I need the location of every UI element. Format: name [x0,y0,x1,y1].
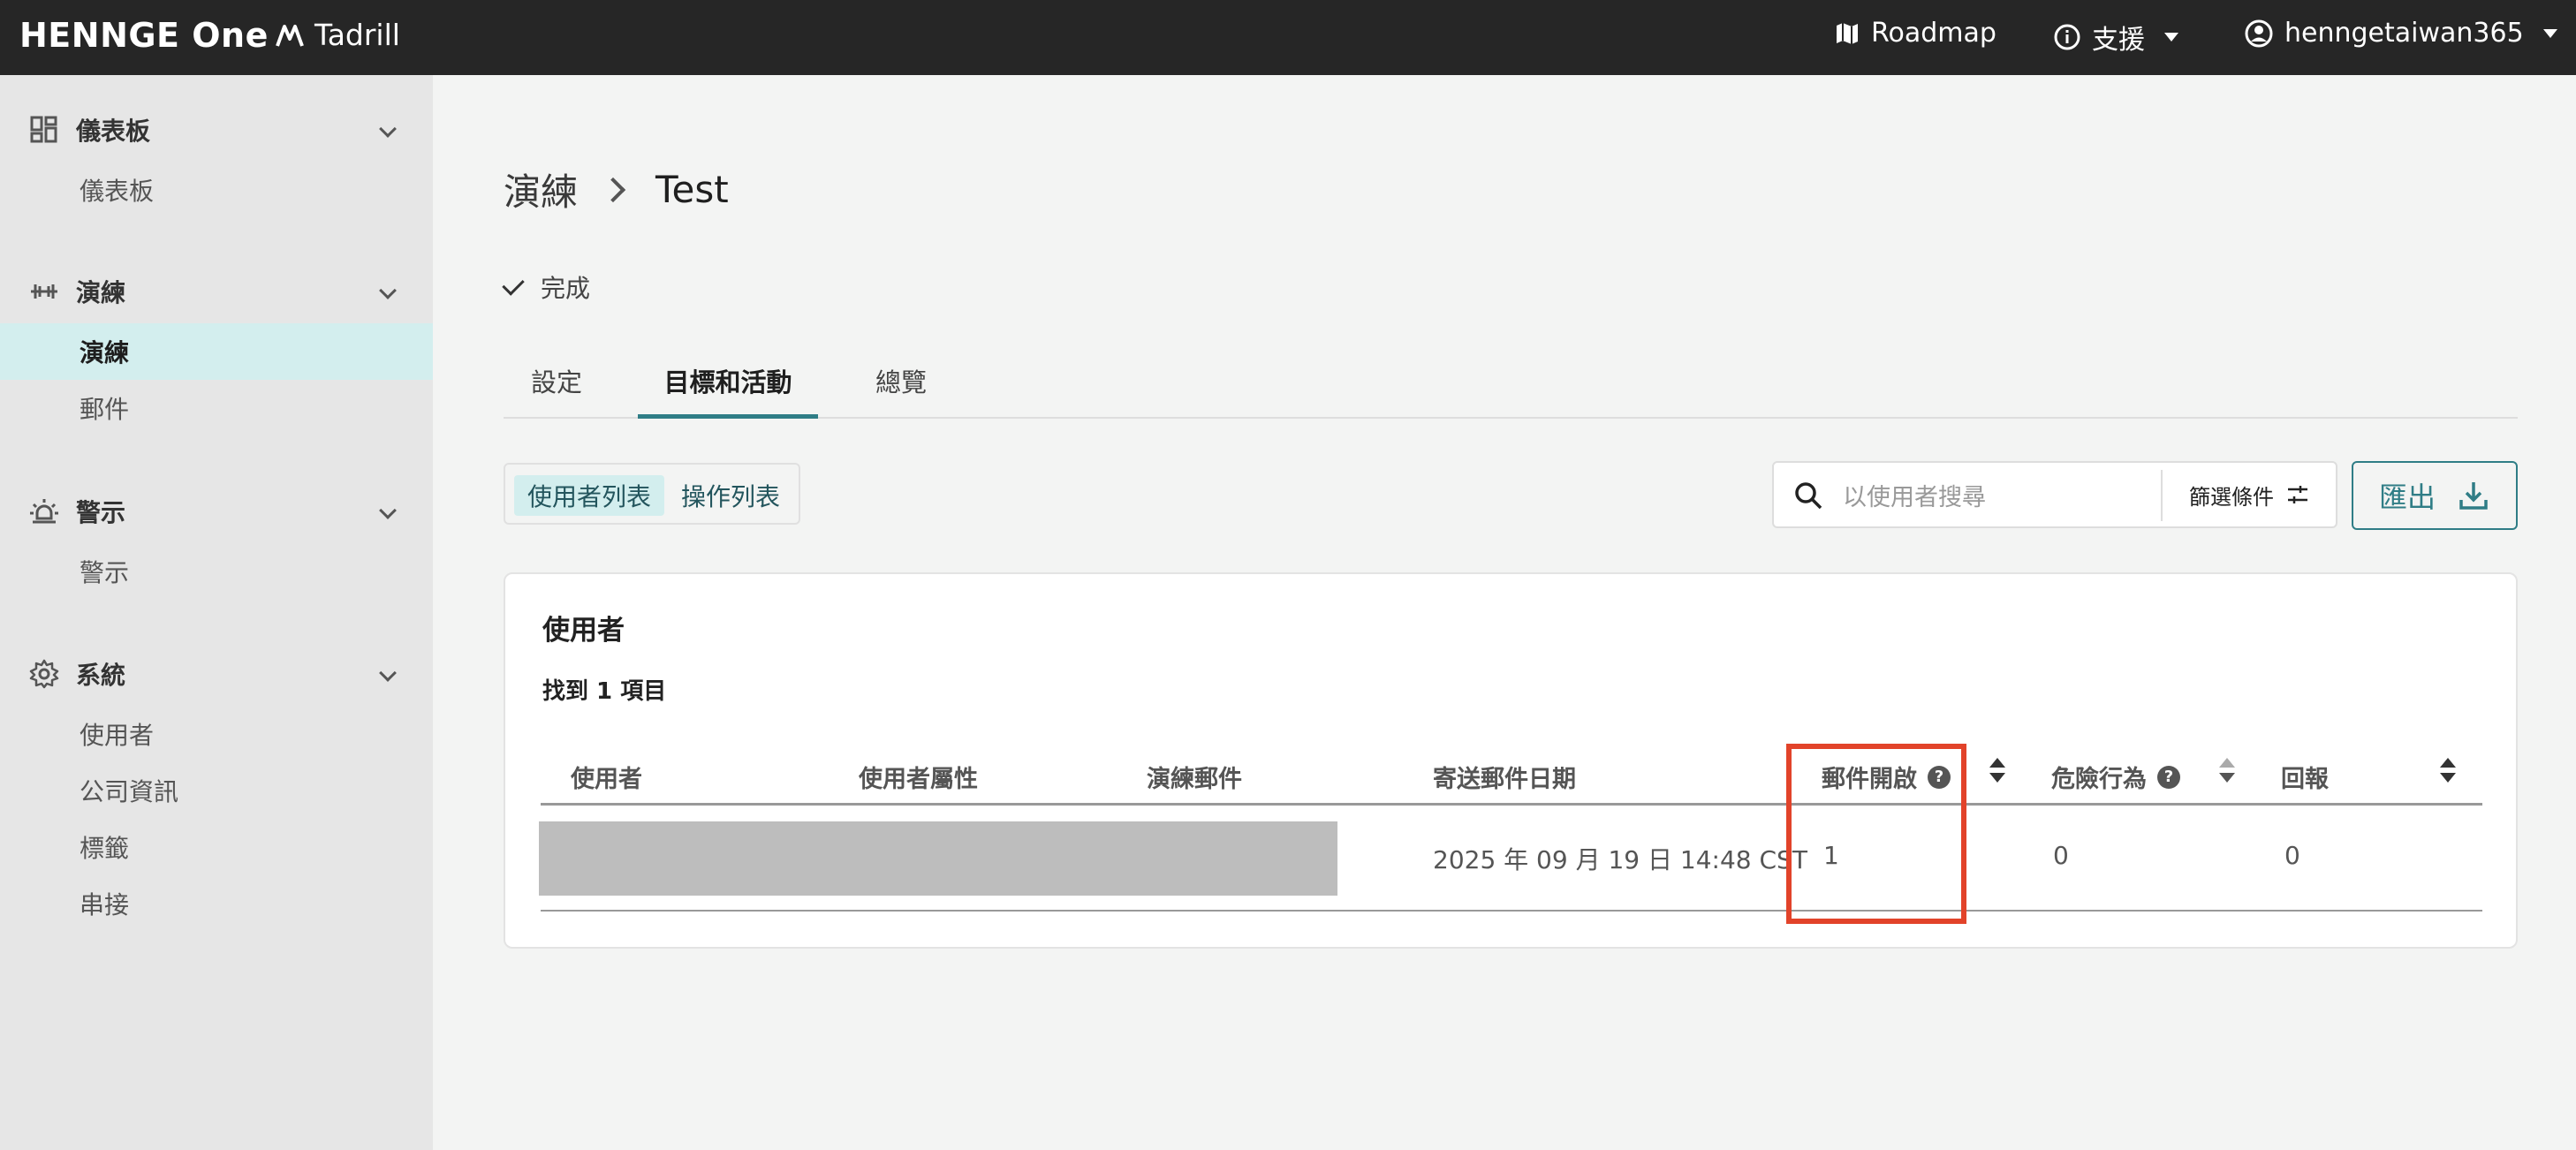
export-label: 匯出 [2378,480,2436,514]
tab-overview[interactable]: 總覽 [848,362,954,419]
section-label: 警示 [76,498,126,527]
divider [2161,470,2163,521]
chevron-down-icon [2164,33,2178,42]
sidebar-item-dashboard[interactable]: 儀表板 [0,162,433,218]
sort-icon[interactable] [2219,758,2235,784]
gear-icon [29,659,59,689]
alert-siren-icon [30,499,58,524]
filter-label: 篩選條件 [2189,484,2274,510]
table-row[interactable]: 2025 年 09 月 19 日 14:48 CST 1 0 0 [539,806,2482,912]
brand-name: HENNGE One [19,16,269,55]
status-label: 完成 [541,274,591,303]
search-input[interactable]: 以使用者搜尋 [1843,478,1986,512]
search-bar: 以使用者搜尋 篩選條件 [1772,461,2337,528]
status-indicator: 完成 [502,269,591,305]
download-icon [2459,482,2488,510]
table-header: 使用者 使用者屬性 演練郵件 寄送郵件日期 郵件開啟? 危險行為? 回報 [541,744,2482,806]
sort-icon[interactable] [1989,758,2005,784]
reported-cell: 0 [2284,841,2300,870]
user-avatar-icon [2245,19,2273,47]
col-label: 演練郵件 [1147,766,1242,793]
chevron-down-icon [379,502,397,519]
user-menu[interactable]: henngetaiwan365 [2244,18,2557,49]
risky-behavior-cell: 0 [2053,841,2069,870]
top-bar: HENNGE One Tadrill Roadmap 支援 henngetaiw… [0,0,2576,75]
col-label: 寄送郵件日期 [1433,766,1576,793]
dashboard-icon [30,116,57,143]
section-label: 儀表板 [76,117,151,146]
filter-button[interactable]: 篩選條件 [2189,480,2309,511]
view-toggle: 使用者列表 操作列表 [504,463,800,525]
sidebar: 儀表板 儀表板 演練 演練 郵件 警示 警示 系統 使用者 公司資訊 標籤 串接 [0,75,433,1150]
check-icon [502,273,525,296]
page-title: Test [655,168,729,211]
col-label: 回報 [2281,766,2329,793]
users-card: 使用者 找到 1 項目 使用者 使用者屬性 演練郵件 寄送郵件日期 郵件開啟? … [504,572,2518,949]
sidebar-item-users[interactable]: 使用者 [0,706,433,762]
breadcrumb: 演練 Test [504,163,729,216]
roadmap-label: Roadmap [1871,18,1996,49]
sidebar-item-company-info[interactable]: 公司資訊 [0,762,433,819]
product-name: Tadrill [314,18,400,52]
username: henngetaiwan365 [2284,18,2524,49]
sidebar-item-integrations[interactable]: 串接 [0,875,433,932]
chevron-down-icon [2542,28,2557,38]
tab-settings[interactable]: 設定 [504,362,610,419]
chevron-down-icon [379,664,397,682]
col-user-attributes: 使用者屬性 [859,760,978,794]
result-count: 找到 1 項目 [542,678,667,705]
sidebar-section-drills[interactable]: 演練 [0,265,433,318]
export-button[interactable]: 匯出 [2352,461,2518,530]
sent-date-cell: 2025 年 09 月 19 日 14:48 CST [1433,845,1807,874]
chevron-down-icon [379,120,397,138]
sidebar-item-emails[interactable]: 郵件 [0,380,433,436]
map-icon [1837,22,1858,44]
sidebar-section-system[interactable]: 系統 [0,647,433,700]
section-label: 系統 [76,661,126,690]
search-icon [1795,482,1822,510]
section-label: 演練 [76,278,126,307]
col-reported: 回報 [2281,760,2329,794]
help-icon[interactable]: ? [2157,765,2180,789]
col-user: 使用者 [571,760,642,794]
action-list-toggle[interactable]: 操作列表 [668,475,793,516]
redacted-block [539,821,1337,896]
product-link[interactable]: Tadrill [274,18,400,52]
tab-bar: 設定 目標和活動 總覽 [504,353,2518,419]
support-menu[interactable]: 支援 [2053,18,2178,57]
sidebar-section-dashboard[interactable]: 儀表板 [0,103,433,156]
col-label: 使用者 [571,766,642,793]
sidebar-item-alerts[interactable]: 警示 [0,543,433,600]
user-list-toggle[interactable]: 使用者列表 [514,475,664,516]
highlight-box [1786,744,1966,924]
sliders-icon [2288,486,2307,503]
tab-targets-activity[interactable]: 目標和活動 [638,362,818,419]
col-risky-behavior: 危險行為? [2051,760,2180,794]
sidebar-section-alerts[interactable]: 警示 [0,485,433,538]
roadmap-link[interactable]: Roadmap [1834,18,1996,49]
dumbbell-icon [31,284,57,299]
col-sent-date: 寄送郵件日期 [1433,760,1576,794]
col-drill-email: 演練郵件 [1147,760,1242,794]
card-title: 使用者 [542,615,625,647]
breadcrumb-parent[interactable]: 演練 [504,163,578,216]
brand-logo[interactable]: HENNGE One [19,16,269,55]
info-icon [2054,24,2080,50]
chevron-down-icon [379,282,397,299]
col-label: 危險行為 [2051,766,2147,793]
tadrill-logo-icon [276,24,304,47]
col-label: 使用者屬性 [859,766,978,793]
sidebar-item-drills[interactable]: 演練 [0,323,433,380]
support-label: 支援 [2092,25,2145,56]
sort-icon[interactable] [2440,758,2456,784]
chevron-right-icon [600,177,626,202]
sidebar-item-tags[interactable]: 標籤 [0,819,433,875]
